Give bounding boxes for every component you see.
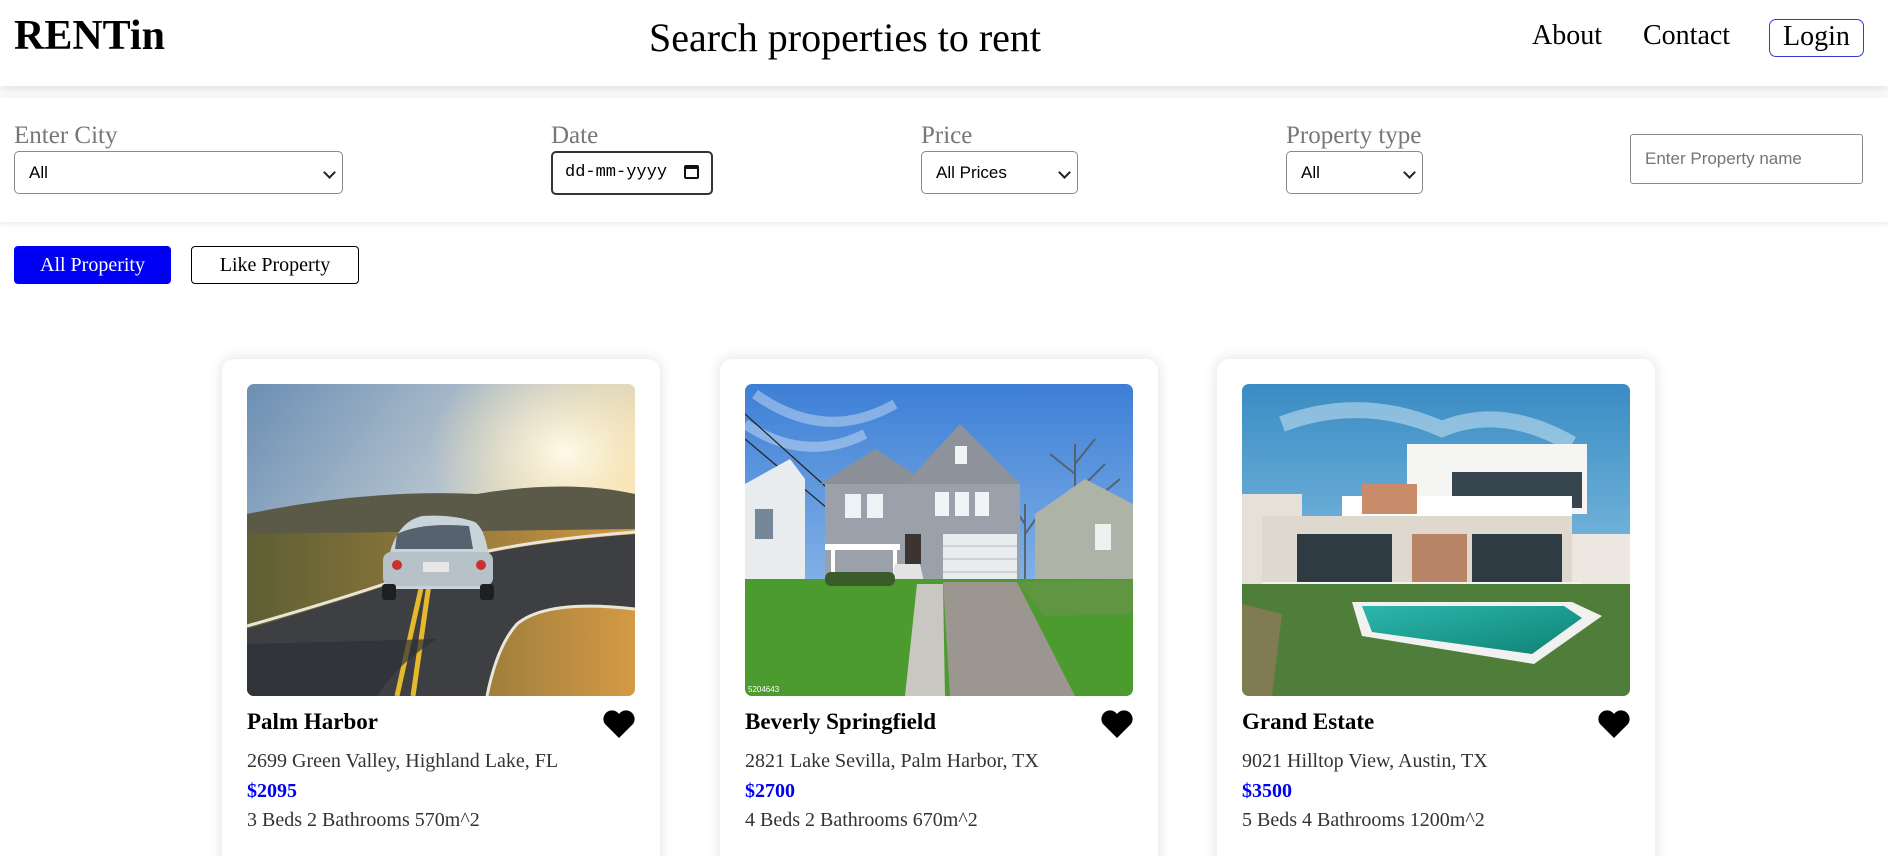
property-name: Beverly Springfield (745, 709, 937, 734)
like-property-tab[interactable]: Like Property (191, 246, 359, 284)
login-button[interactable]: Login (1769, 19, 1864, 57)
chevron-down-icon (323, 166, 336, 179)
property-image[interactable]: 5204643 (745, 384, 1133, 696)
property-name-input[interactable]: Enter Property name (1630, 134, 1863, 184)
image-caption-text: 5204643 (748, 685, 780, 694)
property-name: Grand Estate (1242, 709, 1375, 734)
city-select-value: All (29, 163, 48, 182)
city-select[interactable]: All (14, 151, 343, 194)
property-image[interactable] (247, 384, 635, 696)
property-price: $3500 (1242, 780, 1292, 802)
property-image[interactable] (1242, 384, 1630, 696)
property-address: 2821 Lake Sevilla, Palm Harbor, TX (745, 750, 1039, 772)
page-title: Search properties to rent (648, 15, 1042, 60)
filter-bar: Enter City All Date dd-mm-yyyy Price All… (0, 98, 1888, 222)
property-card[interactable]: Palm Harbor 2699 Green Valley, Highland … (222, 359, 660, 856)
property-address: 9021 Hilltop View, Austin, TX (1242, 750, 1488, 772)
heart-icon[interactable] (1597, 709, 1631, 739)
nav-contact-link[interactable]: Contact (1643, 20, 1730, 52)
all-property-tab[interactable]: All Properity (14, 246, 171, 284)
date-input-placeholder: dd-mm-yyyy (565, 163, 668, 182)
property-card[interactable]: 5204643 Beverly Springfield 2821 Lake Se… (720, 359, 1158, 856)
property-address: 2699 Green Valley, Highland Lake, FL (247, 750, 559, 772)
property-price: $2095 (247, 780, 297, 802)
property-specs: 3 Beds 2 Bathrooms 570m^2 (247, 809, 480, 831)
calendar-icon[interactable] (684, 165, 699, 179)
modern-villa-image (1242, 384, 1630, 696)
property-name-placeholder: Enter Property name (1645, 149, 1802, 168)
property-type-select[interactable]: All (1286, 151, 1423, 194)
nav-about-link[interactable]: About (1532, 20, 1602, 52)
date-label: Date (551, 122, 599, 149)
property-specs: 4 Beds 2 Bathrooms 670m^2 (745, 809, 978, 831)
chevron-down-icon (1403, 166, 1416, 179)
property-card[interactable]: Grand Estate 9021 Hilltop View, Austin, … (1217, 359, 1655, 856)
price-select[interactable]: All Prices (921, 151, 1078, 194)
property-specs: 5 Beds 4 Bathrooms 1200m^2 (1242, 809, 1485, 831)
city-label: Enter City (14, 122, 118, 149)
suburban-house-image: 5204643 (745, 384, 1133, 696)
heart-icon[interactable] (602, 709, 636, 739)
property-price: $2700 (745, 780, 795, 802)
price-label: Price (921, 122, 973, 149)
property-type-select-value: All (1301, 163, 1320, 182)
car-on-road-image (247, 384, 635, 696)
heart-icon[interactable] (1100, 709, 1134, 739)
property-type-label: Property type (1286, 122, 1422, 149)
date-input[interactable]: dd-mm-yyyy (551, 151, 713, 195)
price-select-value: All Prices (936, 163, 1007, 182)
top-header: RENTin Search properties to rent About C… (0, 0, 1888, 86)
chevron-down-icon (1058, 166, 1071, 179)
property-name: Palm Harbor (247, 709, 378, 734)
